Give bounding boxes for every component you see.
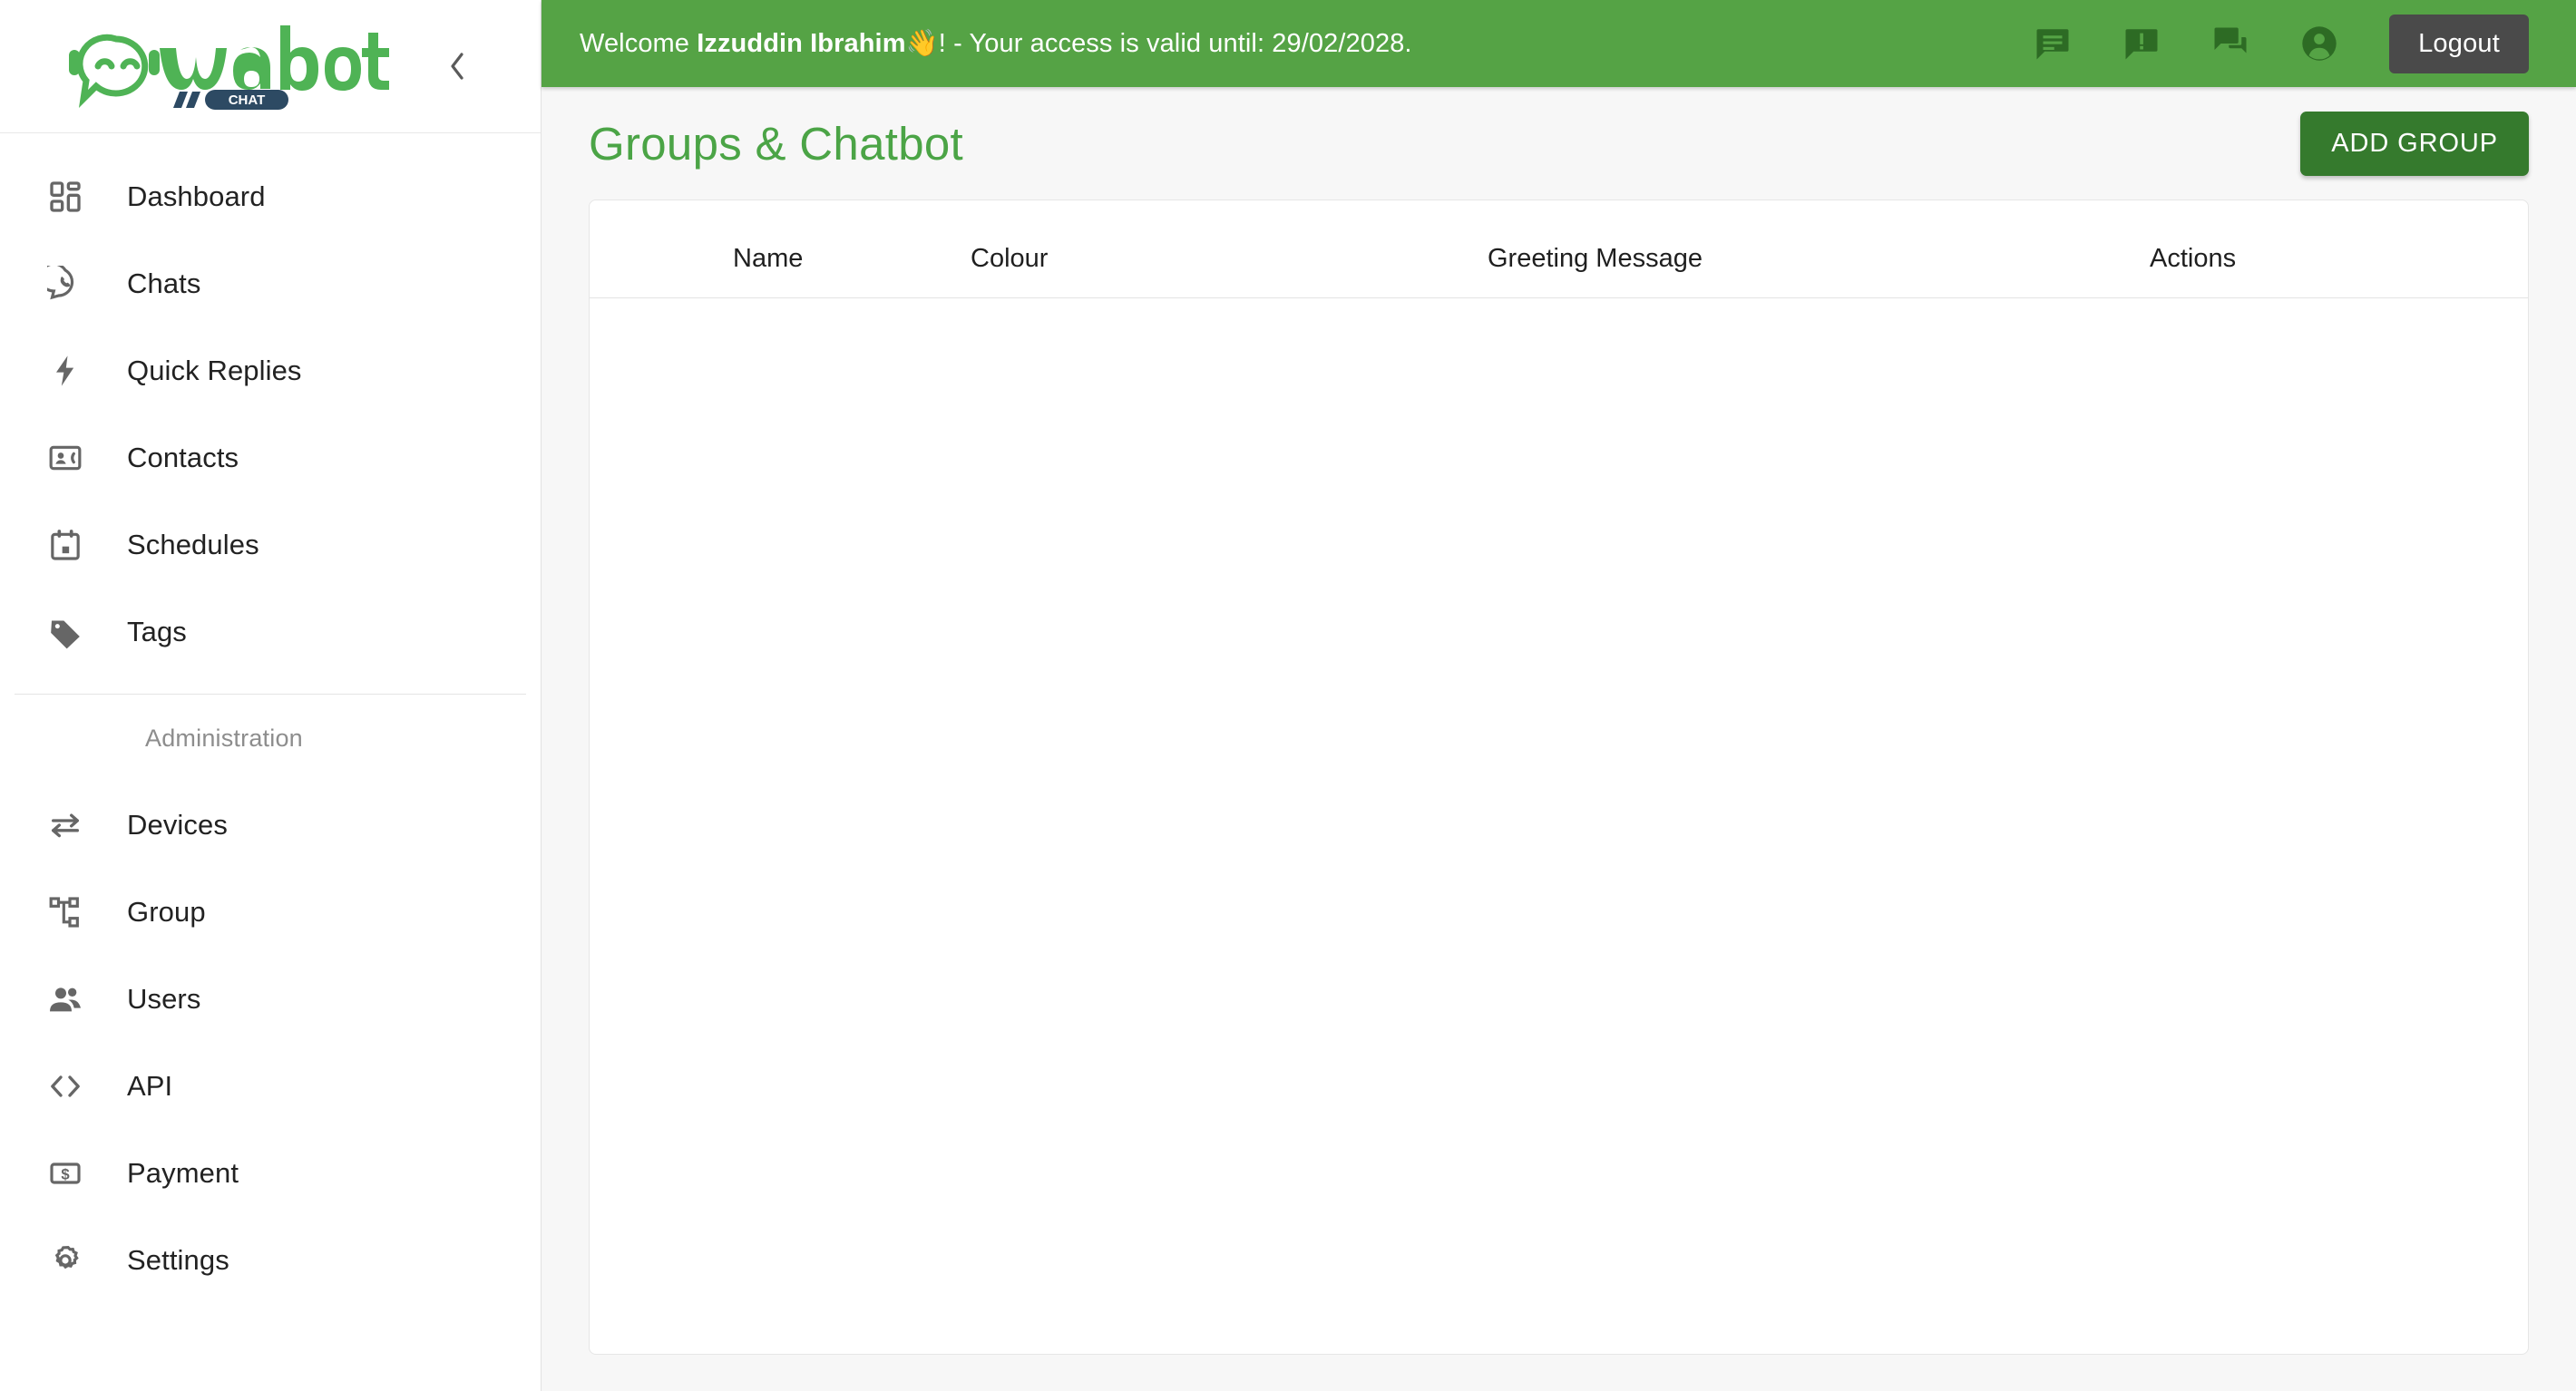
add-group-button[interactable]: ADD GROUP <box>2300 111 2529 176</box>
sidebar-item-label: Quick Replies <box>127 355 302 386</box>
sitemap-icon <box>40 887 91 938</box>
topbar-icon-group <box>2032 23 2340 64</box>
sidebar-item-contacts[interactable]: Contacts <box>0 414 541 501</box>
sidebar-header: CHAT <box>0 0 541 133</box>
sidebar: CHAT Dashboard Chats Quick Replies Conta… <box>0 0 542 1391</box>
column-header-greeting-message[interactable]: Greeting Message <box>1488 200 2150 298</box>
sidebar-item-label: Payment <box>127 1157 239 1189</box>
column-header-colour[interactable]: Colour <box>971 200 1488 298</box>
sidebar-item-label: Schedules <box>127 529 259 560</box>
account-circle-icon[interactable] <box>2298 23 2340 64</box>
contact-card-icon <box>40 433 91 483</box>
chevron-left-icon <box>451 53 463 80</box>
wave-emoji: 👋 <box>905 29 939 58</box>
sidebar-item-group[interactable]: Group <box>0 869 541 956</box>
code-brackets-icon <box>40 1061 91 1112</box>
sidebar-item-tags[interactable]: Tags <box>0 588 541 676</box>
top-bar: Welcome Izzuddin Ibrahim👋! - Your access… <box>542 0 2576 87</box>
sidebar-item-label: Group <box>127 896 206 928</box>
welcome-prefix: Welcome <box>580 29 698 58</box>
logo-chat-badge-text: CHAT <box>229 92 266 108</box>
sidebar-nav: Dashboard Chats Quick Replies Contacts S… <box>0 133 541 1304</box>
whatsapp-chat-icon <box>40 258 91 309</box>
wabot-logo[interactable]: CHAT <box>60 21 395 112</box>
sidebar-item-schedules[interactable]: Schedules <box>0 501 541 588</box>
announcement-alert-icon[interactable] <box>2121 23 2162 64</box>
wabot-logo-svg: CHAT <box>69 25 389 110</box>
sidebar-item-label: API <box>127 1070 173 1102</box>
feedback-message-icon[interactable] <box>2032 23 2073 64</box>
sidebar-section-administration: Administration <box>145 724 303 752</box>
table-head: Name Colour Greeting Message Actions <box>590 200 2528 298</box>
groups-table-card: Name Colour Greeting Message Actions <box>589 199 2529 1355</box>
column-header-name[interactable]: Name <box>590 200 971 298</box>
sidebar-item-label: Contacts <box>127 442 239 473</box>
dashboard-icon <box>40 171 91 222</box>
app-root: CHAT Dashboard Chats Quick Replies Conta… <box>0 0 2576 1391</box>
page-header: Groups & Chatbot ADD GROUP <box>589 87 2529 199</box>
swap-horizontal-icon <box>40 800 91 851</box>
page-title: Groups & Chatbot <box>589 117 964 170</box>
sidebar-item-users[interactable]: Users <box>0 956 541 1043</box>
logout-button[interactable]: Logout <box>2389 14 2529 73</box>
forum-chat-icon[interactable] <box>2210 23 2251 64</box>
sidebar-collapse-button[interactable] <box>439 48 475 84</box>
column-header-actions[interactable]: Actions <box>2150 200 2528 298</box>
access-valid-until: 29/02/2028. <box>1272 29 1412 58</box>
welcome-suffix: ! - Your access is valid until: <box>938 29 1273 58</box>
sidebar-item-payment[interactable]: $ Payment <box>0 1130 541 1217</box>
sidebar-item-label: Chats <box>127 268 201 299</box>
sidebar-item-label: Settings <box>127 1244 229 1276</box>
sidebar-item-devices[interactable]: Devices <box>0 782 541 869</box>
tag-icon <box>40 607 91 657</box>
sidebar-item-label: Dashboard <box>127 180 266 212</box>
content-area: Welcome Izzuddin Ibrahim👋! - Your access… <box>542 0 2576 1391</box>
sidebar-item-label: Tags <box>127 616 187 647</box>
users-icon <box>40 974 91 1025</box>
sidebar-item-chats[interactable]: Chats <box>0 240 541 327</box>
table-empty-area <box>590 298 2528 1354</box>
sidebar-item-settings[interactable]: Settings <box>0 1217 541 1304</box>
gear-icon <box>40 1235 91 1286</box>
bolt-icon <box>40 345 91 396</box>
main-content: Groups & Chatbot ADD GROUP Name Colour G… <box>542 87 2576 1391</box>
svg-text:$: $ <box>61 1166 70 1183</box>
money-icon: $ <box>40 1148 91 1199</box>
sidebar-item-label: Devices <box>127 809 228 841</box>
table-header-row: Name Colour Greeting Message Actions <box>590 200 2528 298</box>
sidebar-item-quick-replies[interactable]: Quick Replies <box>0 327 541 414</box>
sidebar-item-label: Users <box>127 983 201 1015</box>
sidebar-item-dashboard[interactable]: Dashboard <box>0 153 541 240</box>
sidebar-item-api[interactable]: API <box>0 1043 541 1130</box>
groups-table: Name Colour Greeting Message Actions <box>590 200 2528 298</box>
welcome-user-name: Izzuddin Ibrahim <box>697 29 906 58</box>
welcome-message: Welcome Izzuddin Ibrahim👋! - Your access… <box>580 28 1412 59</box>
calendar-icon <box>40 520 91 570</box>
